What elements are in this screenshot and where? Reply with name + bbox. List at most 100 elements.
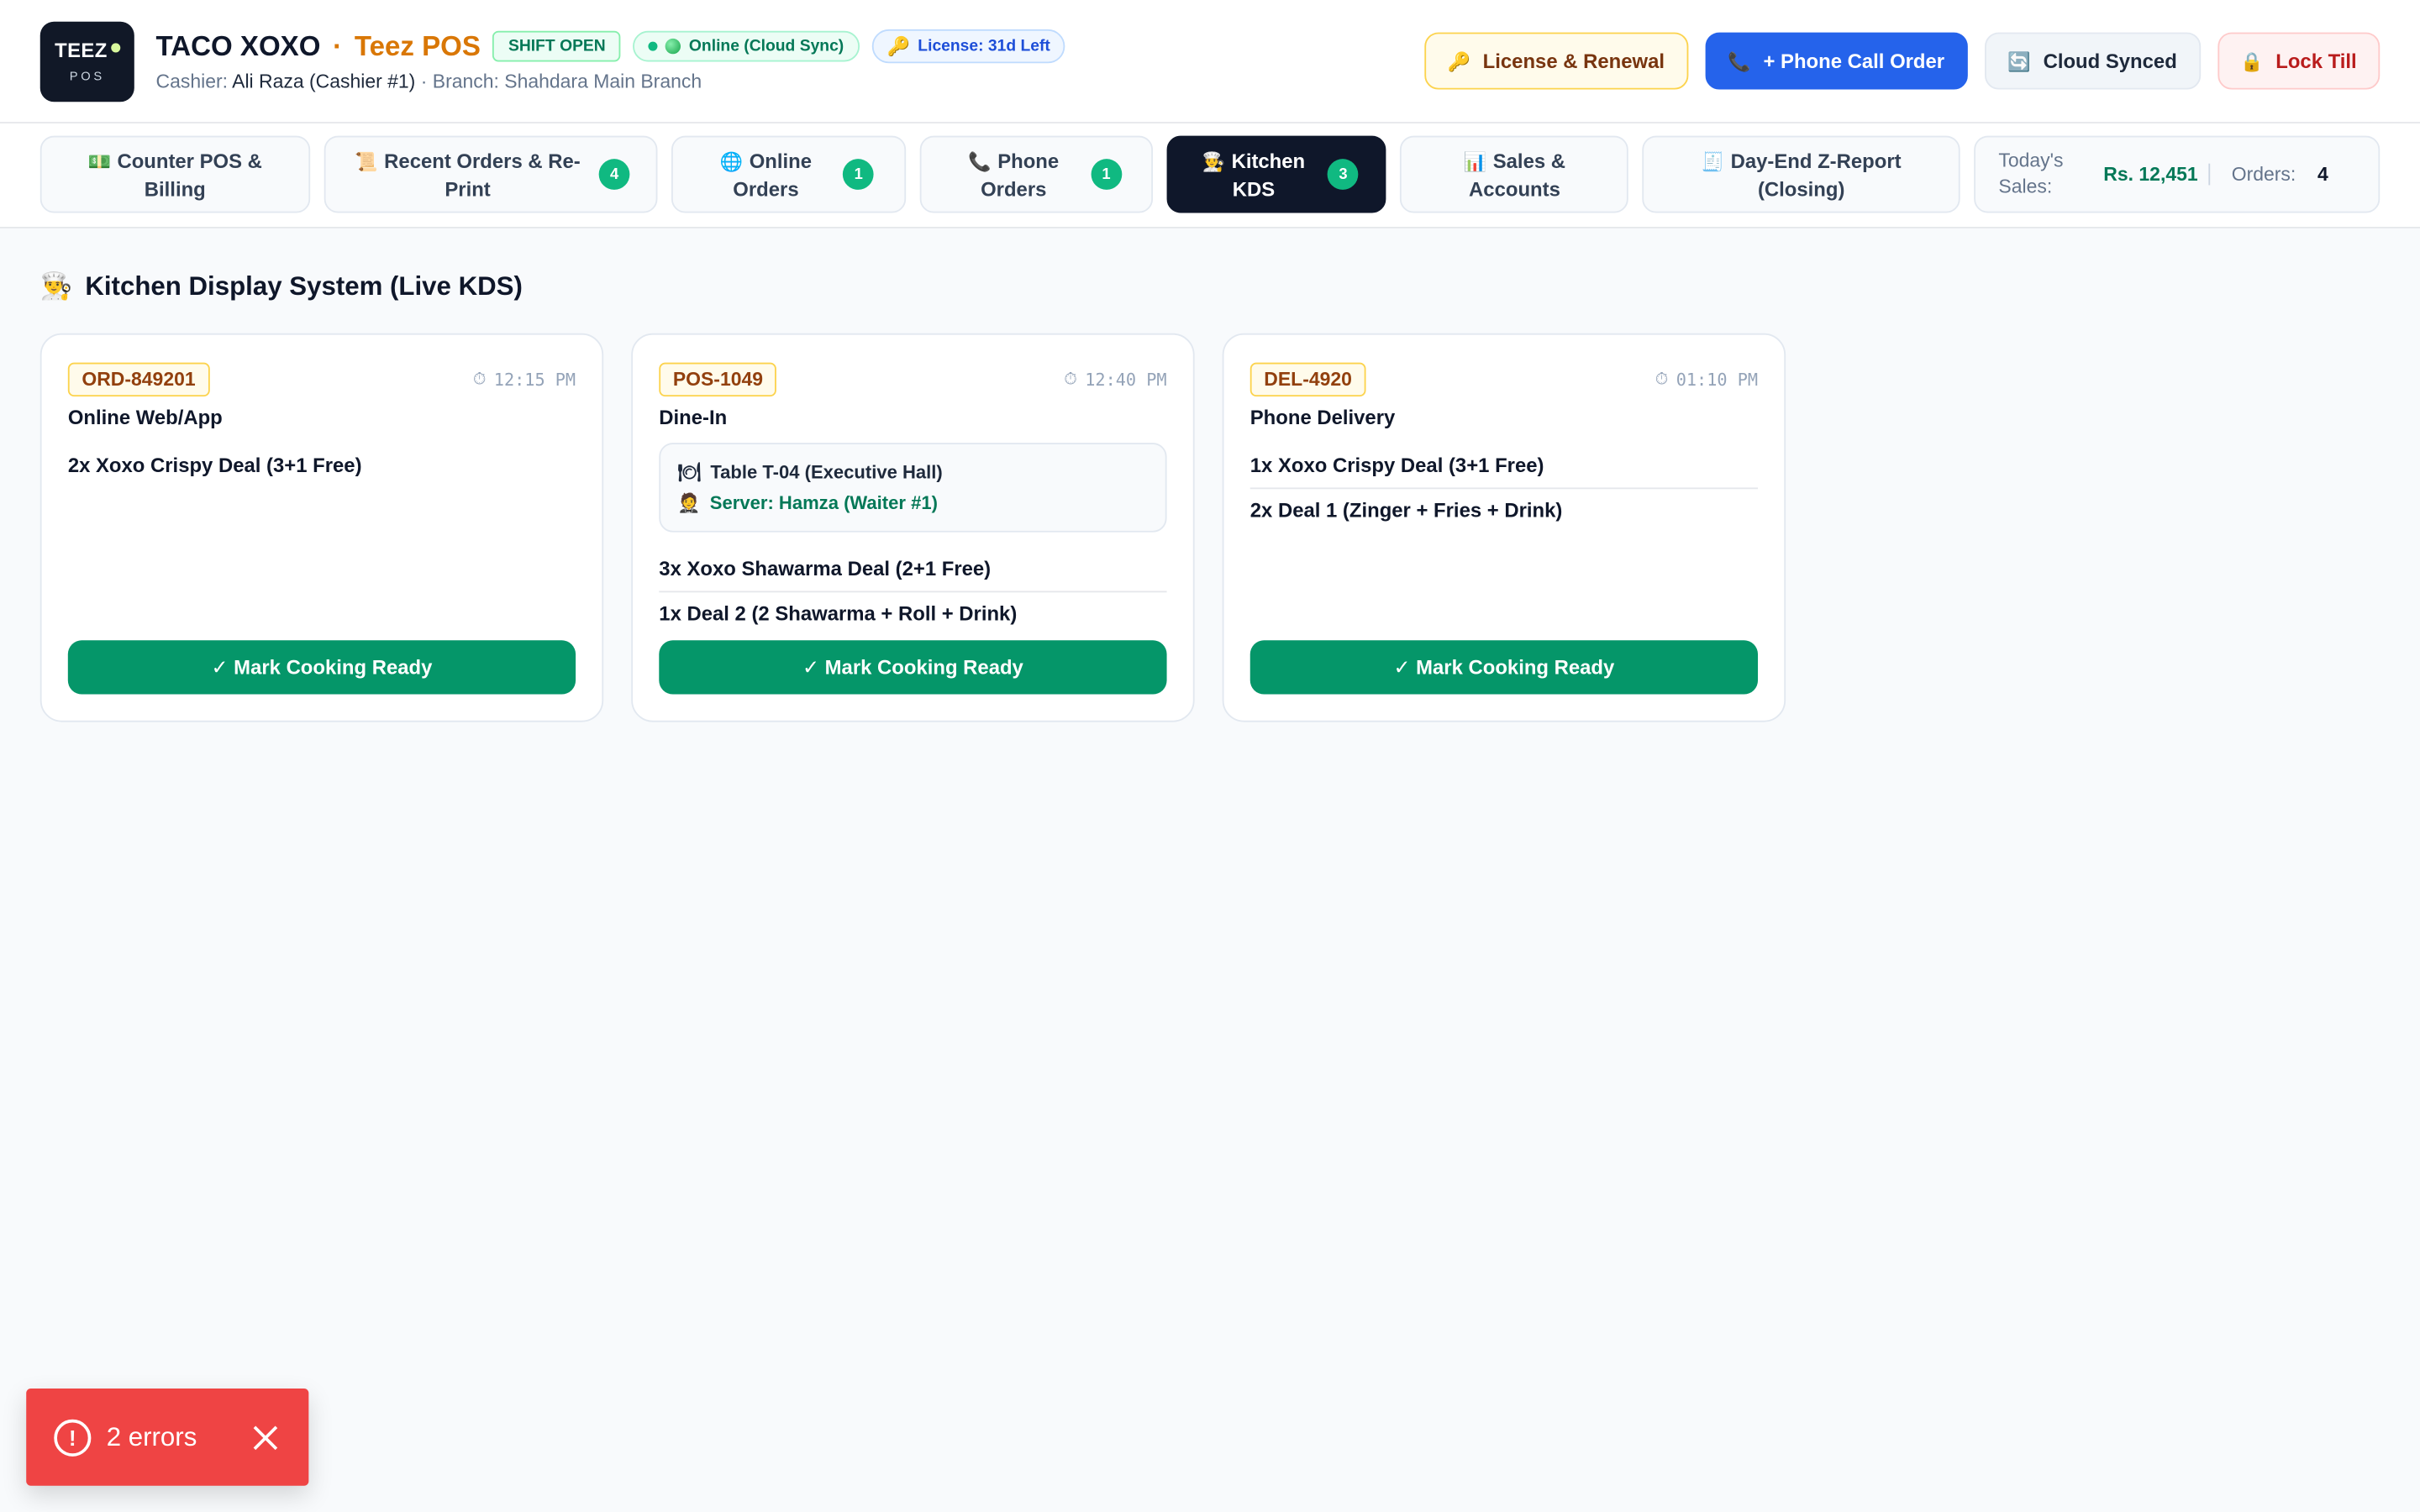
key-icon: 🔑 (886, 35, 911, 57)
app-root: TEEZ POS TACO XOXO · Teez POS SHIFT OPEN… (0, 0, 2420, 1512)
tab-counter-pos[interactable]: 💵 Counter POS & Billing (39, 135, 310, 213)
key-icon: 🔑 (1447, 50, 1470, 72)
cashier-label: Cashier: (155, 71, 229, 93)
plate-icon: 🍽 (677, 461, 702, 483)
close-icon[interactable] (250, 1422, 281, 1453)
orders-value: 4 (2317, 163, 2328, 186)
cloud-synced-button[interactable]: 🔄 Cloud Synced (1984, 32, 2201, 90)
online-status-text: Online (Cloud Sync) (688, 37, 844, 56)
mark-cooking-ready-button[interactable]: ✓ Mark Cooking Ready (67, 640, 576, 695)
order-item: 2x Deal 1 (Zinger + Fries + Drink) (1249, 498, 1563, 522)
cashier-branch-line: Cashier: Ali Raza (Cashier #1) · Branch:… (156, 71, 1066, 92)
main-nav: 💵 Counter POS & Billing 📜 Recent Orders & … (0, 123, 2420, 228)
tab-count-badge: 1 (1091, 159, 1122, 190)
cloud-synced-label: Cloud Synced (2043, 49, 2177, 73)
table-line: 🍽 Table T-04 (Executive Hall) (677, 457, 1148, 488)
order-type: Dine-In (659, 406, 728, 429)
tab-label: 📊 Sales & Accounts (1463, 149, 1566, 200)
shift-status-badge: SHIFT OPEN (492, 30, 622, 62)
logo-subtext: POS (69, 69, 105, 84)
kds-order-cards: ORD-849201 ⏱ 12:15 PM Online Web/App 2x X… (39, 333, 2380, 722)
receipt-icon: 🧾 (1701, 150, 1725, 172)
order-item: 1x Deal 2 (2 Shawarma + Roll + Drink) (659, 601, 1018, 625)
tab-online-orders[interactable]: 🌐 Online Orders 1 (671, 135, 907, 213)
clock-icon: ⏱ (1064, 368, 1078, 389)
tab-sales-accounts[interactable]: 📊 Sales & Accounts (1400, 135, 1629, 213)
orders-label: Orders: (2231, 163, 2296, 186)
app-logo: TEEZ POS (39, 20, 134, 102)
lock-till-label: Lock Till (2275, 49, 2357, 73)
tab-count-badge: 3 (1328, 159, 1359, 190)
cash-icon: 💵 (87, 150, 112, 172)
logo-dot-icon (110, 43, 120, 53)
order-id-badge: POS-1049 (659, 362, 777, 397)
logo-text: TEEZ (55, 38, 108, 62)
online-status-badge: Online (Cloud Sync) (633, 30, 860, 62)
order-items: 1x Xoxo Crispy Deal (3+1 Free) 2x Deal 1… (1249, 444, 1759, 640)
tab-kitchen-kds[interactable]: 👨‍🍳 Kitchen KDS 3 (1167, 135, 1386, 213)
order-type: Online Web/App (67, 406, 223, 429)
brand-separator: · (333, 29, 343, 61)
phone-call-order-button[interactable]: 📞 + Phone Call Order (1704, 32, 1968, 90)
kds-order-card: ORD-849201 ⏱ 12:15 PM Online Web/App 2x X… (39, 333, 604, 722)
phone-icon: 📞 (968, 150, 992, 172)
error-count-text: 2 errors (106, 1421, 197, 1452)
bar-chart-icon: 📊 (1463, 150, 1487, 172)
order-time: ⏱ 01:10 PM (1655, 368, 1759, 390)
kds-order-card: POS-1049 ⏱ 12:40 PM Dine-In 🍽 Table T-04 (… (631, 333, 1195, 722)
top-header: TEEZ POS TACO XOXO · Teez POS SHIFT OPEN… (0, 0, 2420, 123)
waiter-icon: 🤵 (677, 491, 701, 514)
mark-cooking-ready-button[interactable]: ✓ Mark Cooking Ready (1249, 640, 1759, 695)
phone-call-order-label: + Phone Call Order (1763, 49, 1945, 73)
tab-day-end-report[interactable]: 🧾 Day-End Z-Report (Closing) (1642, 135, 1960, 213)
license-status-text: License: 31d Left (918, 37, 1050, 56)
tab-label: 📞 Phone Orders (968, 149, 1060, 200)
chef-icon: 👨‍🍳 (1202, 150, 1226, 172)
tab-label: 💵 Counter POS & Billing (87, 149, 262, 200)
tab-label: 🧾 Day-End Z-Report (Closing) (1701, 149, 1902, 200)
error-toast[interactable]: ! 2 errors (26, 1389, 309, 1486)
brand-product: Teez POS (354, 29, 481, 61)
order-items: 3x Xoxo Shawarma Deal (2+1 Free) 1x Deal… (659, 548, 1167, 640)
mark-cooking-ready-button[interactable]: ✓ Mark Cooking Ready (659, 640, 1167, 695)
tab-recent-orders[interactable]: 📜 Recent Orders & Re-Print 4 (324, 135, 658, 213)
order-id-badge: ORD-849201 (67, 362, 210, 397)
kds-order-card: DEL-4920 ⏱ 01:10 PM Phone Delivery 1x Xox… (1222, 333, 1786, 722)
license-status-badge: 🔑 License: 31d Left (871, 29, 1066, 64)
license-renewal-label: License & Renewal (1482, 49, 1665, 73)
tab-label: 👨‍🍳 Kitchen KDS (1202, 149, 1306, 200)
tab-count-badge: 4 (598, 159, 630, 190)
order-item: 2x Xoxo Crispy Deal (3+1 Free) (67, 454, 362, 477)
license-renewal-button[interactable]: 🔑 License & Renewal (1423, 32, 1688, 90)
order-item: 3x Xoxo Shawarma Deal (2+1 Free) (659, 548, 1167, 593)
branch-text: · Branch: Shahdara Main Branch (420, 71, 702, 93)
brand-name: TACO XOXO (155, 29, 321, 61)
lock-till-button[interactable]: 🔒 Lock Till (2217, 32, 2381, 90)
order-items: 2x Xoxo Crispy Deal (3+1 Free) (68, 444, 576, 640)
tab-label: 🌐 Online Orders (719, 149, 813, 200)
today-stats: Today's Sales: Rs. 12,451 Orders: 4 (1974, 135, 2381, 213)
globe-icon (666, 38, 681, 55)
order-time: ⏱ 12:40 PM (1064, 368, 1167, 390)
tab-phone-orders[interactable]: 📞 Phone Orders 1 (920, 135, 1154, 213)
tab-count-badge: 1 (843, 159, 875, 190)
clock-icon: ⏱ (1655, 368, 1669, 389)
order-time: ⏱ 12:15 PM (472, 368, 576, 390)
page-title: 👨‍🍳 Kitchen Display System (Live KDS) (40, 271, 2380, 302)
chef-icon: 👨‍🍳 (39, 271, 73, 302)
order-id-badge: DEL-4920 (1249, 362, 1366, 397)
sales-label: Today's Sales: (1998, 150, 2064, 198)
order-item: 1x Xoxo Crispy Deal (3+1 Free) (1249, 444, 1759, 490)
kds-main: 👨‍🍳 Kitchen Display System (Live KDS) OR… (0, 228, 2420, 765)
tab-label: 📜 Recent Orders & Re-Print (355, 149, 581, 200)
alert-icon: ! (54, 1418, 92, 1456)
table-info-box: 🍽 Table T-04 (Executive Hall) 🤵 Server: Ha… (659, 443, 1167, 533)
globe-icon: 🌐 (719, 150, 744, 172)
order-type: Phone Delivery (1249, 406, 1396, 429)
sales-value: Rs. 12,451 (2103, 162, 2198, 185)
brand-block: TACO XOXO · Teez POS SHIFT OPEN Online (… (156, 29, 1066, 92)
header-actions: 🔑 License & Renewal 📞 + Phone Call Order… (1423, 32, 2381, 90)
phone-icon: 📞 (1728, 50, 1751, 72)
lock-icon: 🔒 (2240, 50, 2264, 72)
scroll-icon: 📜 (355, 150, 378, 172)
